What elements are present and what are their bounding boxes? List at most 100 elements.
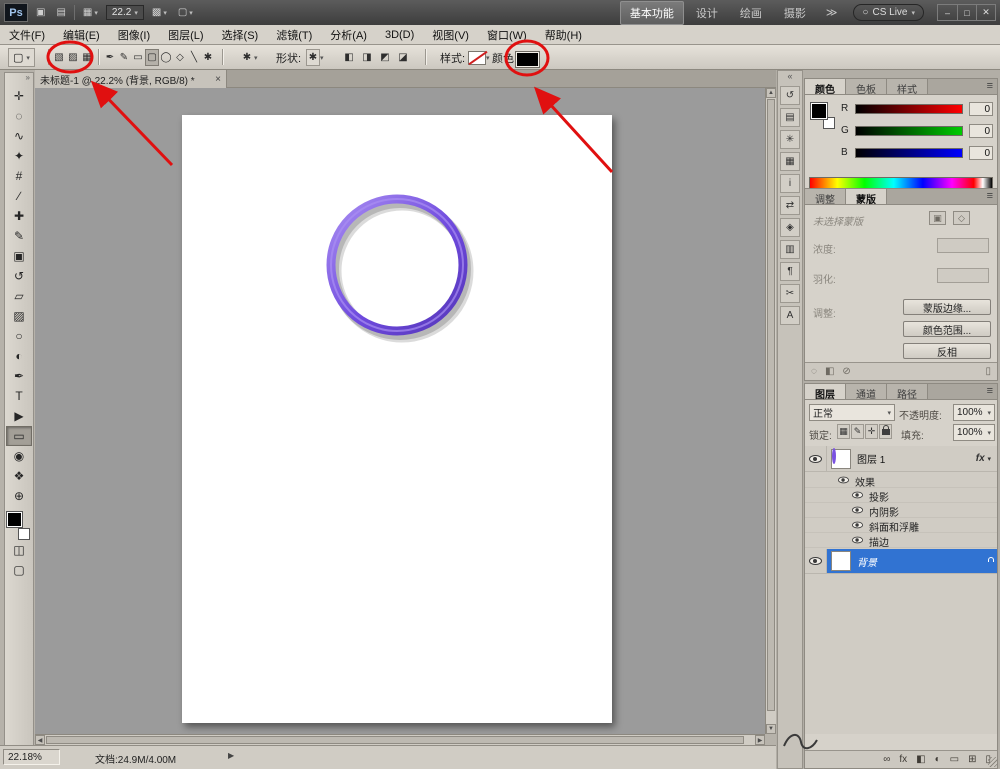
minimize-button[interactable]: – — [938, 5, 957, 20]
fill-field[interactable]: 100% ▾ — [953, 424, 995, 441]
canvas-document[interactable] — [182, 115, 612, 723]
workspace-essentials[interactable]: 基本功能 — [620, 1, 684, 25]
exclude-shape-area-button[interactable]: ◪ — [394, 49, 412, 66]
add-vector-mask-icon[interactable]: ◇ — [953, 211, 970, 225]
workspace-design[interactable]: 设计 — [686, 1, 728, 25]
menu-edit[interactable]: 编辑(E) — [54, 24, 109, 46]
eyedropper-tool[interactable]: ∕ — [6, 186, 32, 206]
visibility-eye-icon[interactable] — [838, 477, 849, 484]
tab-swatches[interactable]: 色板 — [846, 79, 887, 94]
type-tool[interactable]: T — [6, 386, 32, 406]
menu-window[interactable]: 窗口(W) — [478, 24, 536, 46]
effect-stroke[interactable]: 描边 — [805, 533, 997, 548]
more-workspaces-icon[interactable]: ≫ — [821, 3, 843, 22]
pen-tool-button[interactable]: ✒ — [103, 49, 117, 66]
quick-selection-tool[interactable]: ✦ — [6, 146, 32, 166]
visibility-eye-icon[interactable] — [805, 446, 827, 471]
panel-menu-icon[interactable]: ≡ — [987, 190, 993, 202]
visibility-eye-icon[interactable] — [852, 537, 863, 544]
tab-paths[interactable]: 路径 — [887, 384, 928, 399]
resize-grip[interactable] — [988, 757, 998, 767]
menu-file[interactable]: 文件(F) — [0, 24, 54, 46]
dodge-tool[interactable]: ◐ — [6, 346, 32, 366]
lasso-tool[interactable]: ∿ — [6, 126, 32, 146]
menu-view[interactable]: 视图(V) — [423, 24, 478, 46]
crop-tool[interactable]: # — [6, 166, 32, 186]
add-mask-icon[interactable]: ◧ — [916, 754, 925, 765]
screen-mode-icon[interactable]: ▢▾ — [175, 6, 196, 19]
menu-help[interactable]: 帮助(H) — [536, 24, 591, 46]
lock-position-icon[interactable]: ✛ — [865, 424, 878, 439]
channel-slider[interactable] — [855, 104, 963, 114]
custom-shape-button[interactable]: ✱ — [201, 49, 215, 66]
clone-stamp-tool[interactable]: ▣ — [6, 246, 32, 266]
effects-header-row[interactable]: 效果 — [805, 473, 997, 488]
status-zoom-field[interactable]: 22.18% — [3, 749, 60, 765]
visibility-eye-icon[interactable] — [852, 507, 863, 514]
lock-all-icon[interactable] — [879, 424, 892, 439]
mask-edge-button[interactable]: 蒙版边缘... — [903, 299, 991, 315]
delete-mask-icon[interactable]: ▯ — [985, 366, 991, 377]
panel-menu-icon[interactable]: ≡ — [987, 385, 993, 397]
vertical-scroll-thumb[interactable] — [767, 99, 775, 711]
3d-rotate-tool[interactable]: ◉ — [6, 446, 32, 466]
paths-button[interactable]: ▨ — [66, 49, 80, 66]
lock-pixels-icon[interactable]: ✎ — [851, 424, 864, 439]
channel-value-field[interactable]: 0 — [969, 146, 993, 160]
visibility-eye-icon[interactable] — [852, 492, 863, 499]
effect-inner-shadow[interactable]: 内阴影 — [805, 503, 997, 518]
lock-transparency-icon[interactable]: ▦ — [837, 424, 850, 439]
channel-value-field[interactable]: 0 — [969, 102, 993, 116]
channel-value-field[interactable]: 0 — [969, 124, 993, 138]
line-button[interactable]: ╲ — [187, 49, 201, 66]
layer-row-layer1[interactable]: 图层 1 fx ▾ — [805, 446, 997, 472]
link-layers-icon[interactable]: ∞ — [883, 754, 890, 765]
move-tool[interactable]: ✛ — [6, 86, 32, 106]
healing-brush-tool[interactable]: ✚ — [6, 206, 32, 226]
clone-source-panel-icon[interactable]: ⇄ — [780, 196, 800, 215]
character-panel-icon[interactable]: A — [780, 306, 800, 325]
add-shape-area-button[interactable]: ◧ — [340, 49, 358, 66]
apply-mask-icon[interactable]: ◧ — [825, 366, 834, 377]
tab-masks[interactable]: 蒙版 — [846, 189, 887, 204]
add-pixel-mask-icon[interactable]: ▣ — [929, 211, 946, 225]
shape-layers-button[interactable]: ▧ — [52, 49, 66, 66]
canvas-area[interactable] — [35, 88, 765, 734]
brush-tool[interactable]: ✎ — [6, 226, 32, 246]
subtract-shape-area-button[interactable]: ◨ — [358, 49, 376, 66]
panel-menu-icon[interactable]: ≡ — [987, 80, 993, 92]
background-color-swatch[interactable] — [18, 528, 30, 540]
new-layer-icon[interactable]: ⊞ — [968, 754, 976, 765]
tab-styles[interactable]: 样式 — [887, 79, 928, 94]
menu-filter[interactable]: 滤镜(T) — [267, 24, 321, 46]
blend-mode-dropdown[interactable]: 正常 ▾ — [809, 404, 895, 421]
workspace-painting[interactable]: 绘画 — [730, 1, 772, 25]
restore-button[interactable]: □ — [957, 5, 976, 20]
cs-live-button[interactable]: ○ CS Live ▾ — [853, 4, 924, 21]
shape-tool[interactable]: ▭ — [6, 426, 32, 446]
layer-row-background[interactable]: 背景 — [805, 549, 997, 574]
menu-image[interactable]: 图像(I) — [109, 24, 159, 46]
effect-drop-shadow[interactable]: 投影 — [805, 488, 997, 503]
rounded-rectangle-button[interactable]: ▢ — [145, 49, 159, 66]
scroll-left-icon[interactable]: ◀ — [35, 735, 45, 745]
menu-3d[interactable]: 3D(D) — [376, 26, 423, 44]
channel-slider[interactable] — [855, 126, 963, 136]
mini-bridge-icon[interactable]: ▤ — [53, 6, 68, 19]
background-thumbnail[interactable] — [831, 551, 851, 571]
geometry-options-dropdown[interactable]: ✱ ▾ — [240, 48, 258, 67]
styles-panel-icon[interactable]: ▥ — [780, 240, 800, 259]
eraser-tool[interactable]: ▱ — [6, 286, 32, 306]
navigator-panel-icon[interactable]: ◈ — [780, 218, 800, 237]
history-panel-icon[interactable]: ↺ — [780, 86, 800, 105]
layer1-name[interactable]: 图层 1 — [857, 451, 885, 466]
document-tab[interactable]: 未标题-1 @ 22.2% (背景, RGB/8) * × — [35, 70, 227, 88]
rectangle-button[interactable]: ▭ — [131, 49, 145, 66]
bridge-icon[interactable]: ▣ — [33, 6, 48, 19]
menu-select[interactable]: 选择(S) — [213, 24, 268, 46]
scroll-down-icon[interactable]: ▼ — [766, 724, 776, 734]
info-panel-icon[interactable]: i — [780, 174, 800, 193]
close-tab-icon[interactable]: × — [215, 74, 221, 85]
color-range-button[interactable]: 颜色范围... — [903, 321, 991, 337]
custom-shape-picker[interactable]: ✱ ▾ — [306, 48, 324, 67]
